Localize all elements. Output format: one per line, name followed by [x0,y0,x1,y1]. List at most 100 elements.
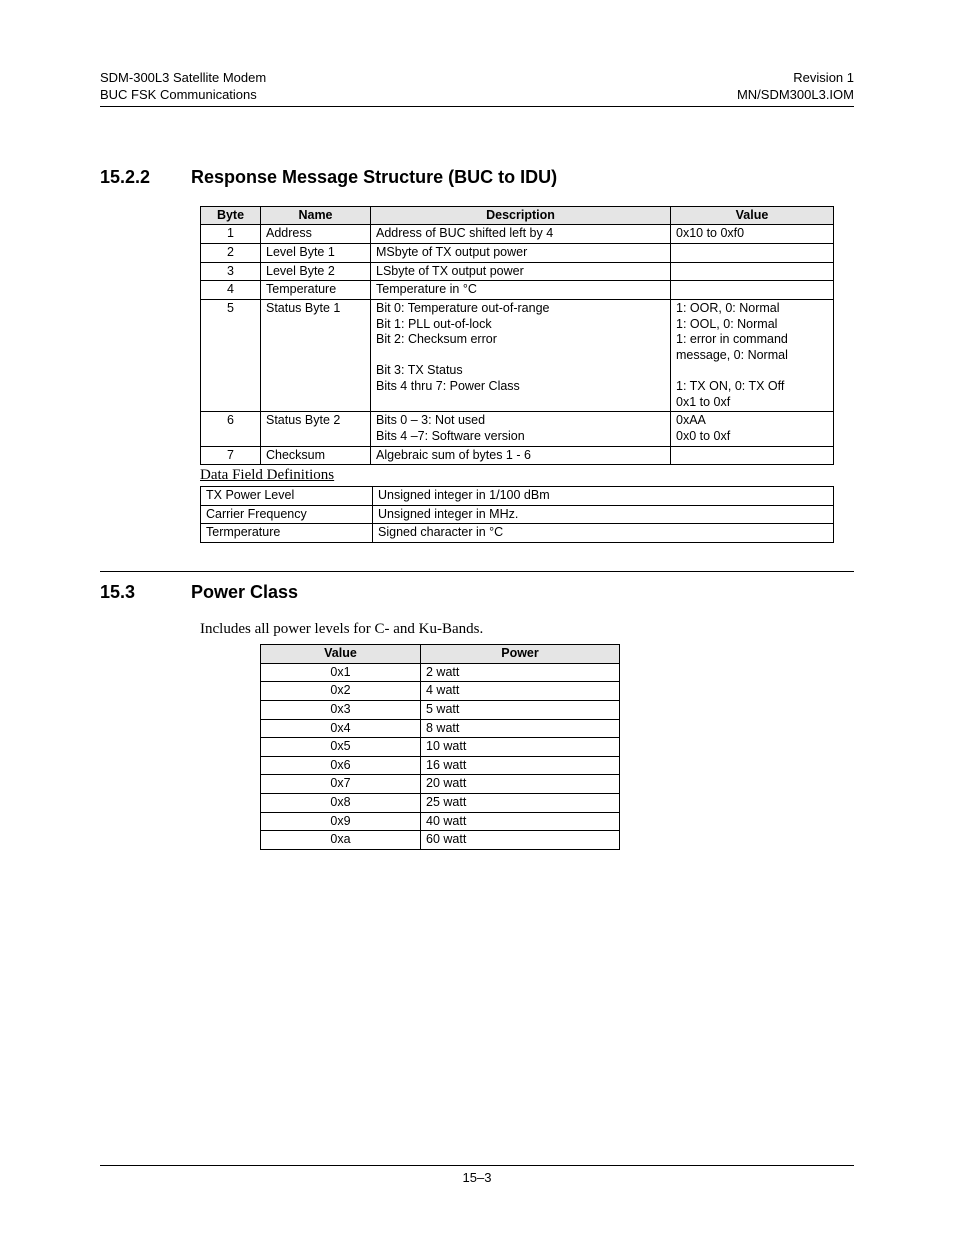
cell: Unsigned integer in MHz. [373,505,834,524]
table-header-row: Value Power [261,645,620,664]
page-number: 15–3 [463,1170,492,1185]
cell: Address of BUC shifted left by 4 [371,225,671,244]
cell: Temperature [261,281,371,300]
header-right-1: Revision 1 [793,70,854,87]
header-left-2: BUC FSK Communications [100,87,257,104]
table-header-row: Byte Name Description Value [201,206,834,225]
response-message-table: Byte Name Description Value 1AddressAddr… [200,206,834,465]
cell: 5 watt [421,700,620,719]
cell: 60 watt [421,831,620,850]
power-class-table: Value Power 0x12 watt 0x24 watt 0x35 wat… [260,644,620,850]
cell: 1 [201,225,261,244]
section-heading-1522: 15.2.2 Response Message Structure (BUC t… [100,167,854,188]
cell: 0x3 [261,700,421,719]
table-row: 0x940 watt [261,812,620,831]
table-row: 0x825 watt [261,794,620,813]
table-row: 0x24 watt [261,682,620,701]
table-row: 4TemperatureTemperature in °C [201,281,834,300]
cell: 8 watt [421,719,620,738]
cell: 0xa [261,831,421,850]
table-row: 7ChecksumAlgebraic sum of bytes 1 - 6 [201,446,834,465]
cell: Carrier Frequency [201,505,373,524]
cell: Bit 0: Temperature out-of-range Bit 1: P… [371,299,671,411]
cell: 0x5 [261,738,421,757]
cell: 0x7 [261,775,421,794]
cell: 10 watt [421,738,620,757]
col-value: Value [261,645,421,664]
table-row: 0x12 watt [261,663,620,682]
cell: 0x8 [261,794,421,813]
cell: Signed character in °C [373,524,834,543]
cell: 3 [201,262,261,281]
section-divider [100,571,854,572]
cell: 40 watt [421,812,620,831]
section-number: 15.2.2 [100,167,186,188]
col-byte: Byte [201,206,261,225]
cell: Unsigned integer in 1/100 dBm [373,487,834,506]
cell: 7 [201,446,261,465]
cell: 2 [201,244,261,263]
cell: Level Byte 1 [261,244,371,263]
table-row: TermperatureSigned character in °C [201,524,834,543]
cell: 20 watt [421,775,620,794]
cell [671,262,834,281]
cell: 2 watt [421,663,620,682]
data-field-definitions-heading: Data Field Definitions [200,467,854,484]
cell: Status Byte 1 [261,299,371,411]
header-right-2: MN/SDM300L3.IOM [737,87,854,104]
cell: Bits 0 – 3: Not used Bits 4 –7: Software… [371,412,671,446]
cell: 1: OOR, 0: Normal 1: OOL, 0: Normal 1: e… [671,299,834,411]
data-field-definitions-table: TX Power LevelUnsigned integer in 1/100 … [200,486,834,543]
cell: Algebraic sum of bytes 1 - 6 [371,446,671,465]
cell: Address [261,225,371,244]
section-title-text: Power Class [191,582,298,602]
page-footer: 15–3 [100,1165,854,1185]
cell: TX Power Level [201,487,373,506]
col-name: Name [261,206,371,225]
cell: 4 watt [421,682,620,701]
cell: Termperature [201,524,373,543]
col-value: Value [671,206,834,225]
page-header: SDM-300L3 Satellite Modem Revision 1 BUC… [100,70,854,107]
cell: 0x9 [261,812,421,831]
table-row: 0x35 watt [261,700,620,719]
cell: Status Byte 2 [261,412,371,446]
section-heading-153: 15.3 Power Class [100,582,854,603]
cell: Checksum [261,446,371,465]
table-row: 5Status Byte 1Bit 0: Temperature out-of-… [201,299,834,411]
cell: 0x6 [261,756,421,775]
table-row: 2Level Byte 1MSbyte of TX output power [201,244,834,263]
table-row: 6Status Byte 2Bits 0 – 3: Not used Bits … [201,412,834,446]
cell: 0x2 [261,682,421,701]
cell: Temperature in °C [371,281,671,300]
table-row: 0x48 watt [261,719,620,738]
cell: LSbyte of TX output power [371,262,671,281]
table-row: Carrier FrequencyUnsigned integer in MHz… [201,505,834,524]
table-row: 3Level Byte 2LSbyte of TX output power [201,262,834,281]
cell: 0x4 [261,719,421,738]
cell: Level Byte 2 [261,262,371,281]
power-class-intro: Includes all power levels for C- and Ku-… [200,621,854,638]
col-power: Power [421,645,620,664]
cell: 5 [201,299,261,411]
cell [671,446,834,465]
cell: 6 [201,412,261,446]
cell: 25 watt [421,794,620,813]
cell: 4 [201,281,261,300]
table-row: 1AddressAddress of BUC shifted left by 4… [201,225,834,244]
table-row: 0x616 watt [261,756,620,775]
header-left-1: SDM-300L3 Satellite Modem [100,70,266,87]
cell: 0x1 [261,663,421,682]
cell: 16 watt [421,756,620,775]
section-title-text: Response Message Structure (BUC to IDU) [191,167,557,187]
table-row: TX Power LevelUnsigned integer in 1/100 … [201,487,834,506]
section-number: 15.3 [100,582,186,603]
cell [671,281,834,300]
cell [671,244,834,263]
cell: 0xAA 0x0 to 0xf [671,412,834,446]
cell: MSbyte of TX output power [371,244,671,263]
table-row: 0x510 watt [261,738,620,757]
col-description: Description [371,206,671,225]
table-row: 0xa60 watt [261,831,620,850]
cell: 0x10 to 0xf0 [671,225,834,244]
